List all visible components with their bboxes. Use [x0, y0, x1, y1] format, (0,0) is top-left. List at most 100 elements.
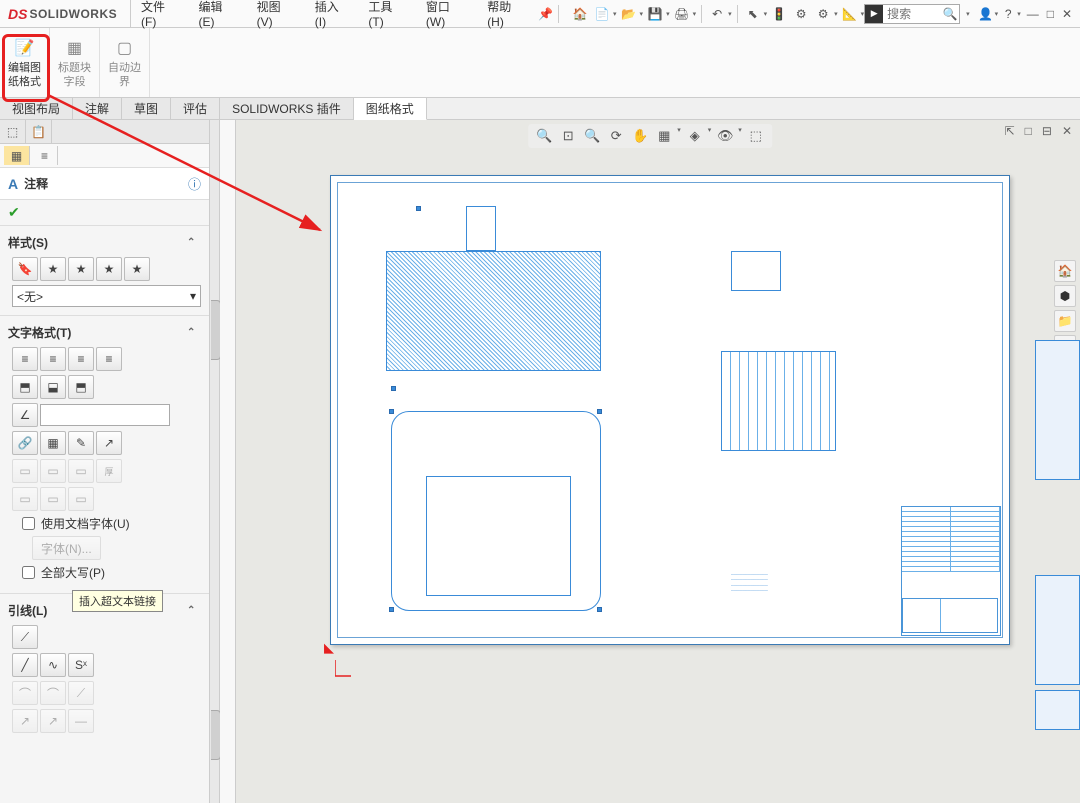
tool-icon[interactable]: 📐: [840, 4, 860, 24]
font-button: 字体(N)...: [32, 536, 101, 560]
new-icon[interactable]: 📄: [592, 4, 612, 24]
menu-view[interactable]: 视图(V): [247, 0, 305, 27]
align-center-btn[interactable]: ≡: [40, 347, 66, 371]
panel-help-icon[interactable]: ⓘ: [188, 174, 201, 193]
logo-text: SOLIDWORKS: [29, 7, 117, 21]
search-box[interactable]: ▶ 🔍: [864, 4, 960, 24]
valign-top-btn[interactable]: ⬒: [12, 375, 38, 399]
use-doc-font-checkbox[interactable]: 使用文档字体(U): [12, 515, 201, 532]
pin-icon[interactable]: 📌: [536, 4, 555, 24]
leader-btn4[interactable]: Sˣ: [68, 653, 94, 677]
panel-tab-property[interactable]: 📋: [26, 120, 52, 143]
tab-evaluate[interactable]: 评估: [171, 98, 220, 119]
task-home-icon[interactable]: 🏠: [1054, 260, 1076, 282]
home-icon[interactable]: 🏠: [570, 4, 590, 24]
search-magnify-icon[interactable]: 🔍: [941, 7, 959, 21]
section-icon[interactable]: ▦: [654, 126, 674, 146]
ribbon-auto-border[interactable]: ▢ 自动边 界: [100, 28, 150, 97]
tab-view-layout[interactable]: 视图布局: [0, 98, 73, 119]
angle-input[interactable]: [40, 404, 170, 426]
menu-insert[interactable]: 插入(I): [305, 0, 359, 27]
auto-border-icon: ▢: [113, 36, 137, 60]
ribbon-edit-sheet-format[interactable]: 📝 编辑图 纸格式: [0, 28, 50, 97]
align-left-btn[interactable]: ≡: [12, 347, 38, 371]
undo-icon[interactable]: ↶: [707, 4, 727, 24]
task-resources-icon[interactable]: ⬢: [1054, 285, 1076, 307]
right-aux-panel-2[interactable]: [1035, 575, 1080, 685]
view-restore-icon[interactable]: ⇱: [1005, 124, 1015, 138]
drawing-sheet[interactable]: ────────────────────────────────────────…: [330, 175, 1010, 645]
right-aux-panel-3[interactable]: [1035, 690, 1080, 730]
options-icon[interactable]: ⚙: [791, 4, 811, 24]
search-input[interactable]: [883, 7, 941, 21]
style-header[interactable]: 样式(S) ⌃: [8, 232, 201, 253]
link-btn[interactable]: 🔗: [12, 431, 38, 455]
valign-bot-btn[interactable]: ⬒: [68, 375, 94, 399]
zoom-prev-icon[interactable]: 🔍: [582, 126, 602, 146]
leader-btn1[interactable]: ⟋: [12, 625, 38, 649]
panel-mini-tab2[interactable]: ≡: [32, 146, 58, 165]
confirm-row: ✔: [0, 200, 209, 225]
style-btn4[interactable]: ★: [96, 257, 122, 281]
save-icon[interactable]: 💾: [645, 4, 665, 24]
view-max-icon[interactable]: □: [1025, 124, 1032, 138]
rebuild-icon[interactable]: 🚦: [769, 4, 789, 24]
view-close-icon[interactable]: ✕: [1062, 124, 1072, 138]
print-icon[interactable]: 🖨: [672, 4, 692, 24]
align-justify-btn[interactable]: ≡: [96, 347, 122, 371]
help-icon[interactable]: ?: [998, 4, 1018, 24]
style-btn3[interactable]: ★: [68, 257, 94, 281]
task-library-icon[interactable]: 📁: [1054, 310, 1076, 332]
format-btn3[interactable]: ✎: [68, 431, 94, 455]
ribbon-title-block[interactable]: ▦ 标题块 字段: [50, 28, 100, 97]
all-caps-checkbox[interactable]: 全部大写(P): [12, 564, 201, 581]
display-icon[interactable]: ◈: [685, 126, 705, 146]
tab-addins[interactable]: SOLIDWORKS 插件: [220, 98, 354, 119]
tab-annotate[interactable]: 注解: [73, 98, 122, 119]
valign-mid-btn[interactable]: ⬓: [40, 375, 66, 399]
menu-edit[interactable]: 编辑(E): [188, 0, 246, 27]
format-btn4[interactable]: ↗: [96, 431, 122, 455]
zoom-fit-icon[interactable]: 🔍: [534, 126, 554, 146]
drawing-view-side[interactable]: [721, 351, 836, 451]
pan-icon[interactable]: ✋: [630, 126, 650, 146]
panel-tab-feature[interactable]: ⬚: [0, 120, 26, 143]
style-btn1[interactable]: 🔖: [12, 257, 38, 281]
user-icon[interactable]: 👤: [976, 4, 996, 24]
ok-button[interactable]: ✔: [8, 204, 20, 220]
rotate-icon[interactable]: ⟳: [606, 126, 626, 146]
style-btn5[interactable]: ★: [124, 257, 150, 281]
drawing-view-top[interactable]: [386, 251, 601, 371]
select-icon[interactable]: ⬉: [743, 4, 763, 24]
tab-sheet-format[interactable]: 图纸格式: [354, 98, 427, 120]
settings-icon[interactable]: ⚙: [813, 4, 833, 24]
leader-btn3[interactable]: ∿: [40, 653, 66, 677]
menu-file[interactable]: 文件(F): [131, 0, 188, 27]
tab-sketch[interactable]: 草图: [122, 98, 171, 119]
menu-tools[interactable]: 工具(T): [358, 0, 415, 27]
open-icon[interactable]: 📂: [619, 4, 639, 24]
format-btn2[interactable]: ▦: [40, 431, 66, 455]
right-aux-panel-1[interactable]: [1035, 340, 1080, 480]
text-format-header[interactable]: 文字格式(T) ⌃: [8, 322, 201, 343]
maximize-button[interactable]: □: [1047, 7, 1054, 21]
minimize-button[interactable]: —: [1027, 7, 1039, 21]
style-btn2[interactable]: ★: [40, 257, 66, 281]
menu-help[interactable]: 帮助(H): [477, 0, 536, 27]
search-play-icon[interactable]: ▶: [865, 5, 883, 23]
drawing-view-small[interactable]: [731, 251, 781, 291]
view-min-icon[interactable]: ⊟: [1042, 124, 1052, 138]
zoom-area-icon[interactable]: ⊡: [558, 126, 578, 146]
hide-show-icon[interactable]: 👁: [715, 126, 735, 146]
command-tab-bar: 视图布局 注解 草图 评估 SOLIDWORKS 插件 图纸格式: [0, 98, 1080, 120]
close-button[interactable]: ✕: [1062, 7, 1072, 21]
style-dropdown[interactable]: <无>▾: [12, 285, 201, 307]
align-right-btn[interactable]: ≡: [68, 347, 94, 371]
view-orient-icon[interactable]: ⬚: [746, 126, 766, 146]
leader-btn2[interactable]: ╱: [12, 653, 38, 677]
drawing-canvas[interactable]: 🔍 ⊡ 🔍 ⟳ ✋ ▦▾ ◈▾ 👁▾ ⬚ ⇱ □ ⊟ ✕: [220, 120, 1080, 803]
panel-resize-handle[interactable]: [210, 120, 220, 803]
title-block[interactable]: [901, 506, 1001, 636]
panel-mini-tab1[interactable]: ▦: [4, 146, 30, 165]
menu-window[interactable]: 窗口(W): [416, 0, 477, 27]
